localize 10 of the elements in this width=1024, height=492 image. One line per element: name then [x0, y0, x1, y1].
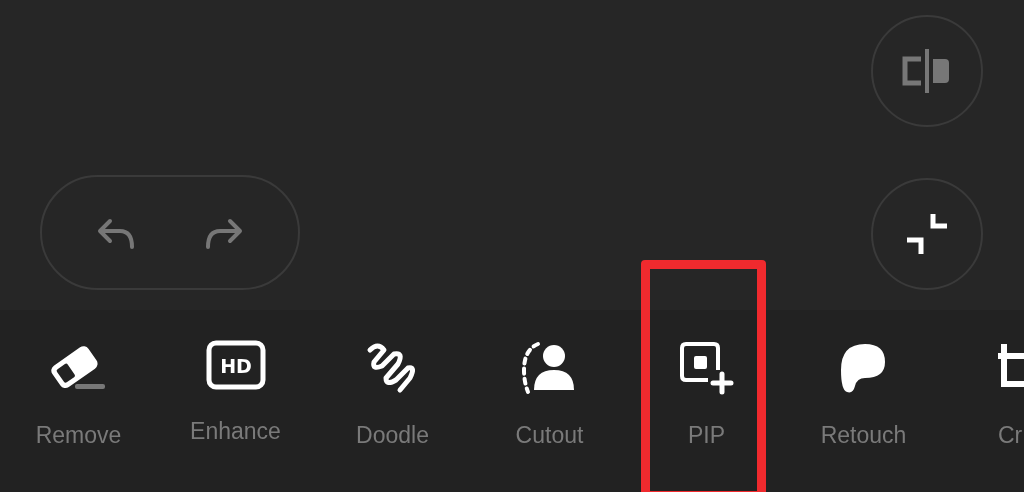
- fit-screen-button[interactable]: [871, 178, 983, 290]
- tool-button[interactable]: HD Enhance: [186, 310, 285, 492]
- hd-label: HD: [219, 355, 252, 377]
- tool-button[interactable]: Retouch: [816, 310, 911, 492]
- tool-button[interactable]: Cutout: [511, 310, 588, 492]
- tool-button[interactable]: PIP: [673, 310, 740, 492]
- tool-button[interactable]: Remove: [31, 310, 126, 492]
- tool-button[interactable]: Doodle: [352, 310, 433, 492]
- tool-button[interactable]: Cr: [994, 310, 1024, 492]
- pip-icon: [677, 340, 736, 396]
